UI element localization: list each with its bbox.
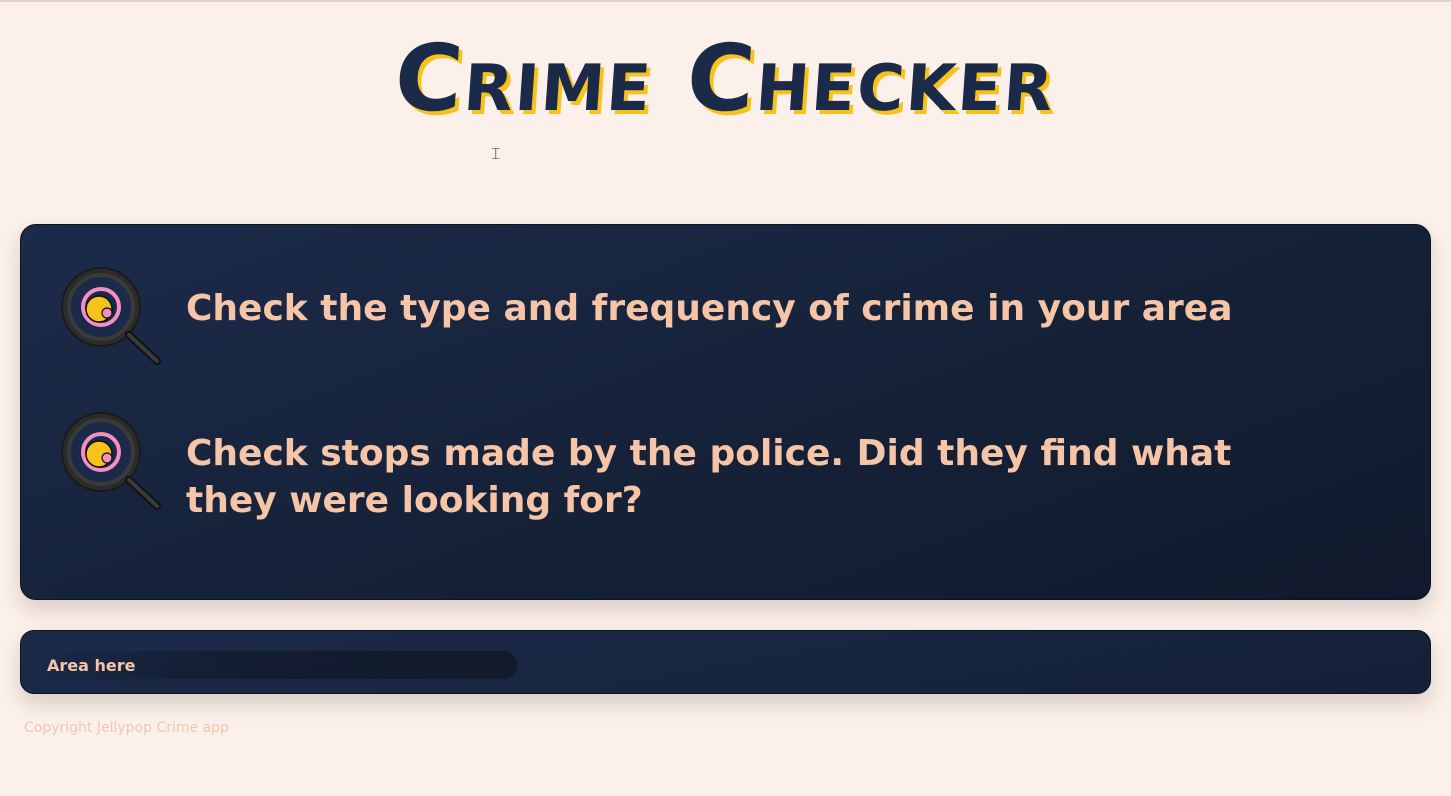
text-cursor-icon: ⌶: [491, 144, 501, 163]
page-title: Crime Checker: [391, 25, 1060, 132]
magnifier-icon: [61, 412, 161, 510]
area-input[interactable]: [29, 651, 517, 679]
feature-item: Check stops made by the police. Did they…: [61, 410, 1306, 524]
feature-text: Check stops made by the police. Did they…: [186, 433, 1232, 521]
search-bar: [20, 630, 1431, 694]
header: Crime Checker: [0, 24, 1451, 134]
feature-text: Check the type and frequency of crime in…: [186, 288, 1233, 329]
copyright-text: Copyright Jellypop Crime app: [24, 720, 229, 736]
features-card: Check the type and frequency of crime in…: [20, 224, 1431, 600]
feature-item: Check the type and frequency of crime in…: [61, 265, 1306, 369]
magnifier-icon: [61, 267, 161, 365]
